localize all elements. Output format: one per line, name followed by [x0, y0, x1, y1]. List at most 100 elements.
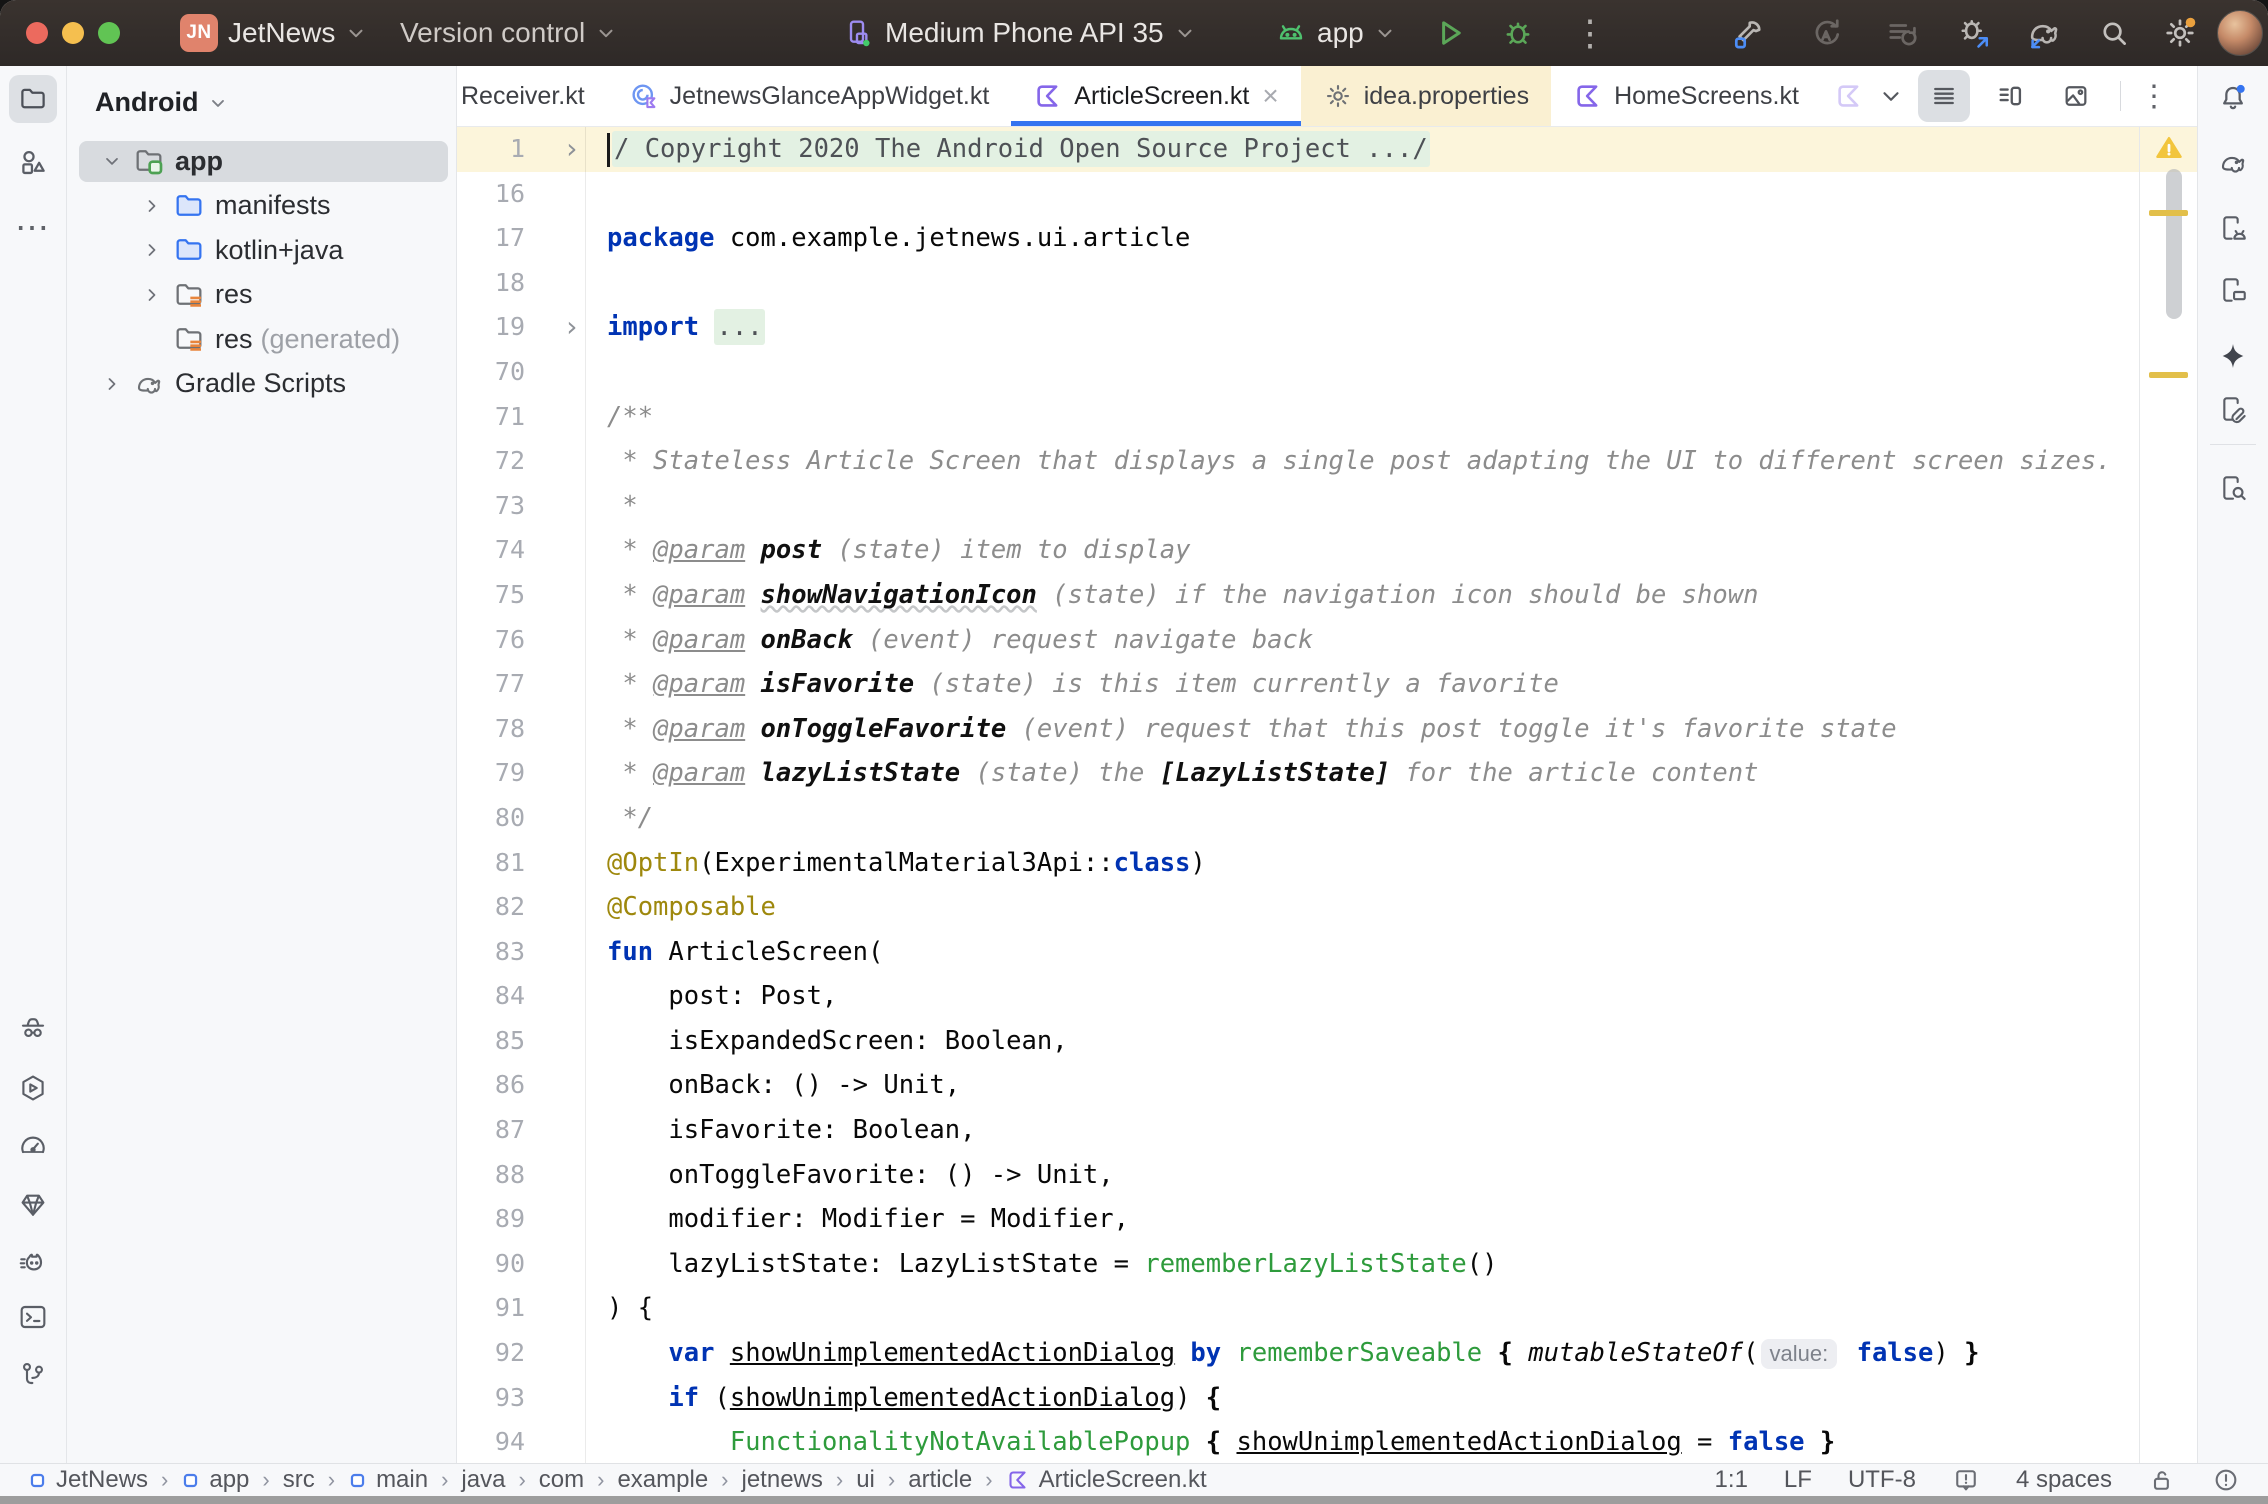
- tree-item-app[interactable]: app: [67, 139, 456, 184]
- device-selector[interactable]: Medium Phone API 35: [843, 0, 1196, 66]
- breadcrumb-item-ui[interactable]: ui: [856, 1466, 875, 1494]
- device-explorer-tool-button[interactable]: [2217, 393, 2249, 425]
- warning-stripe-mark[interactable]: [2149, 210, 2188, 216]
- code-line-78[interactable]: 78 * @param onToggleFavorite (event) req…: [457, 707, 2139, 752]
- code-line-82[interactable]: 82@Composable: [457, 885, 2139, 930]
- split-view-button[interactable]: [1984, 70, 2036, 122]
- app-quality-insights-tool-button[interactable]: [17, 1189, 49, 1221]
- code-text[interactable]: [584, 172, 2139, 217]
- version-control-menu[interactable]: Version control: [400, 0, 617, 66]
- tab-articlescreen-kt[interactable]: ArticleScreen.kt×: [1011, 66, 1300, 126]
- breadcrumb-item-com[interactable]: com: [539, 1466, 584, 1494]
- terminal-tool-button[interactable]: [17, 1301, 49, 1333]
- notifications-bell-icon[interactable]: [2217, 82, 2249, 114]
- search-everywhere-button[interactable]: [2088, 0, 2140, 66]
- app-inspection-tool-button[interactable]: [17, 1013, 49, 1045]
- tree-item-manifests[interactable]: manifests: [67, 184, 456, 229]
- code-text[interactable]: onBack: () -> Unit,: [584, 1063, 2139, 1108]
- readonly-lock-icon[interactable]: [2148, 1466, 2176, 1494]
- gradle-tool-button[interactable]: [2217, 147, 2249, 179]
- code-line-17[interactable]: 17package com.example.jetnews.ui.article: [457, 216, 2139, 261]
- code-line-89[interactable]: 89 modifier: Modifier = Modifier,: [457, 1197, 2139, 1242]
- logcat-tool-button[interactable]: [17, 1247, 49, 1279]
- tree-item-gradle-scripts[interactable]: Gradle Scripts: [67, 362, 456, 407]
- code-text[interactable]: lazyListState: LazyListState = rememberL…: [584, 1242, 2139, 1287]
- scrollbar-thumb[interactable]: [2166, 169, 2182, 319]
- breadcrumb-item-jetnews[interactable]: jetnews: [742, 1466, 823, 1494]
- attach-debugger-button[interactable]: [1948, 0, 2000, 66]
- services-tool-button[interactable]: [17, 1072, 49, 1104]
- code-line-80[interactable]: 80 */: [457, 796, 2139, 841]
- code-line-84[interactable]: 84 post: Post,: [457, 974, 2139, 1019]
- breadcrumb-item-article[interactable]: article: [908, 1466, 972, 1494]
- fold-toggle-icon[interactable]: ›: [525, 127, 584, 172]
- code-text[interactable]: ) {: [584, 1286, 2139, 1331]
- code-text[interactable]: modifier: Modifier = Modifier,: [584, 1197, 2139, 1242]
- resource-manager-tool-button[interactable]: [17, 146, 49, 178]
- tree-item-kotlin-java[interactable]: kotlin+java: [67, 228, 456, 273]
- run-configuration-selector[interactable]: app: [1275, 0, 1396, 66]
- code-text[interactable]: *: [584, 484, 2139, 529]
- code-text[interactable]: isExpandedScreen: Boolean,: [584, 1019, 2139, 1064]
- code-line-87[interactable]: 87 isFavorite: Boolean,: [457, 1108, 2139, 1153]
- caret-position-widget[interactable]: 1:1: [1715, 1466, 1748, 1494]
- project-view-selector[interactable]: Android: [67, 66, 456, 139]
- code-text[interactable]: @Composable: [584, 885, 2139, 930]
- code-text[interactable]: isFavorite: Boolean,: [584, 1108, 2139, 1153]
- breadcrumb-item-main[interactable]: main: [348, 1466, 428, 1494]
- minimize-window-icon[interactable]: [62, 22, 84, 44]
- code-text[interactable]: * @param post (state) item to display: [584, 528, 2139, 573]
- editor-options-menu[interactable]: ⋮: [2139, 79, 2169, 114]
- code-line-79[interactable]: 79 * @param lazyListState (state) the [L…: [457, 751, 2139, 796]
- tab-list-chevron-icon[interactable]: [1878, 83, 1904, 109]
- code-text[interactable]: import ...: [584, 305, 2139, 350]
- apply-code-changes-button[interactable]: [1876, 0, 1928, 66]
- code-text[interactable]: */: [584, 796, 2139, 841]
- code-text[interactable]: @OptIn(ExperimentalMaterial3Api::class): [584, 841, 2139, 886]
- code-line-81[interactable]: 81@OptIn(ExperimentalMaterial3Api::class…: [457, 841, 2139, 886]
- code-text[interactable]: /**: [584, 395, 2139, 440]
- code-text[interactable]: if (showUnimplementedActionDialog) {: [584, 1376, 2139, 1421]
- code-line-93[interactable]: 93 if (showUnimplementedActionDialog) {: [457, 1376, 2139, 1421]
- device-manager-tool-button[interactable]: [2217, 212, 2249, 244]
- more-tool-windows-button[interactable]: ⋯: [15, 208, 51, 248]
- chevron-right-icon[interactable]: [97, 374, 127, 394]
- code-text[interactable]: / Copyright 2020 The Android Open Source…: [584, 127, 2139, 172]
- code-text[interactable]: * @param lazyListState (state) the [Lazy…: [584, 751, 2139, 796]
- code-line-19[interactable]: 19›import ...: [457, 305, 2139, 350]
- code-text[interactable]: [584, 261, 2139, 306]
- running-devices-tool-button[interactable]: [2217, 274, 2249, 306]
- code-line-70[interactable]: 70: [457, 350, 2139, 395]
- tab-receiver-kt[interactable]: Receiver.kt: [457, 66, 607, 126]
- tab-jetnewsglanceappwidget-kt[interactable]: JetnewsGlanceAppWidget.kt: [607, 66, 1012, 126]
- code-line-72[interactable]: 72 * Stateless Article Screen that displ…: [457, 439, 2139, 484]
- breadcrumb-item-src[interactable]: src: [283, 1466, 315, 1494]
- tree-item-res-generated[interactable]: res(generated): [67, 317, 456, 362]
- inspections-warning-icon[interactable]: [2154, 133, 2184, 163]
- more-actions-menu[interactable]: ⋮: [1564, 0, 1616, 66]
- gradle-sync-button[interactable]: [2018, 0, 2070, 66]
- debug-button[interactable]: [1492, 0, 1544, 66]
- line-separator-widget[interactable]: LF: [1784, 1466, 1812, 1494]
- maximize-window-icon[interactable]: [98, 22, 120, 44]
- project-menu[interactable]: JN JetNews: [180, 0, 367, 66]
- code-line-77[interactable]: 77 * @param isFavorite (state) is this i…: [457, 662, 2139, 707]
- code-line-75[interactable]: 75 * @param showNavigationIcon (state) i…: [457, 573, 2139, 618]
- apply-changes-button[interactable]: [1800, 0, 1852, 66]
- chevron-right-icon[interactable]: [137, 196, 167, 216]
- close-window-icon[interactable]: [26, 22, 48, 44]
- code-line-86[interactable]: 86 onBack: () -> Unit,: [457, 1063, 2139, 1108]
- code-line-16[interactable]: 16: [457, 172, 2139, 217]
- code-line-73[interactable]: 73 *: [457, 484, 2139, 529]
- code-view-button[interactable]: [1918, 70, 1970, 122]
- code-text[interactable]: * @param onBack (event) request navigate…: [584, 618, 2139, 663]
- breadcrumb-item-jetnews[interactable]: JetNews: [28, 1466, 148, 1494]
- breadcrumb-item-app[interactable]: app: [181, 1466, 249, 1494]
- code-line-85[interactable]: 85 isExpandedScreen: Boolean,: [457, 1019, 2139, 1064]
- settings-button[interactable]: [2154, 0, 2206, 66]
- code-line-94[interactable]: 94 FunctionalityNotAvailablePopup { show…: [457, 1420, 2139, 1463]
- encoding-widget[interactable]: UTF-8: [1848, 1466, 1916, 1494]
- fold-toggle-icon[interactable]: ›: [525, 305, 584, 350]
- breadcrumb-item-example[interactable]: example: [617, 1466, 708, 1494]
- code-text[interactable]: var showUnimplementedActionDialog by rem…: [584, 1331, 2139, 1376]
